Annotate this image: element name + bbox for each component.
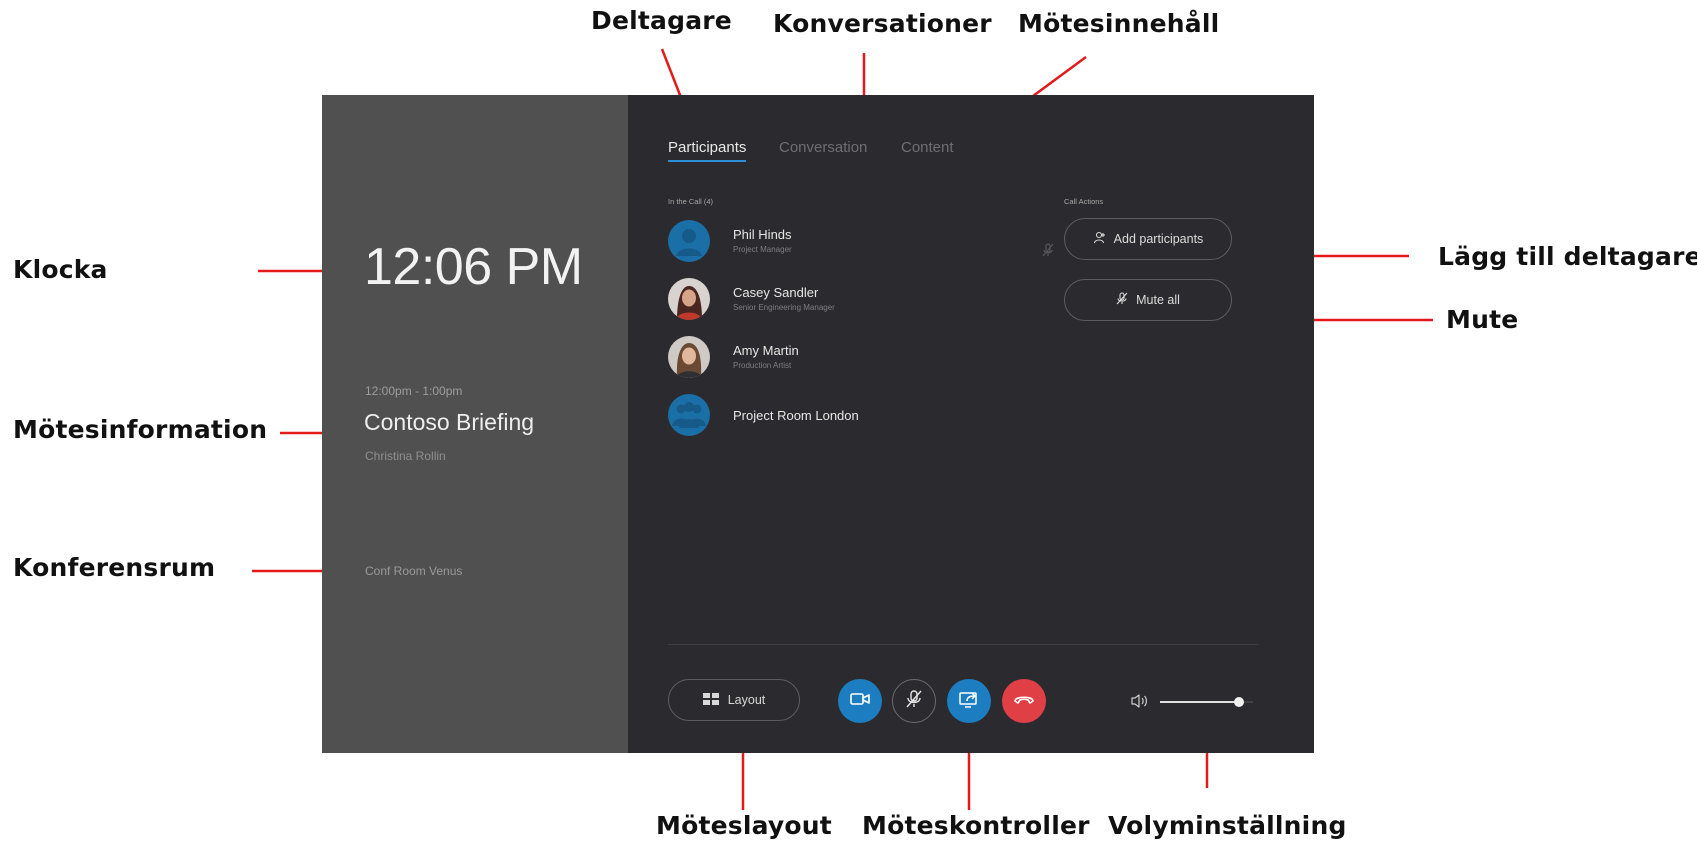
meeting-main-panel: Participants Conversation Content In the…	[628, 95, 1314, 753]
volume-control[interactable]	[1130, 692, 1260, 712]
active-tab-indicator	[668, 160, 747, 162]
label-motesinnehall: Mötesinnehåll	[1018, 9, 1220, 38]
video-button[interactable]	[838, 679, 882, 723]
tab-participants[interactable]: Participants	[668, 139, 747, 162]
participant-photo	[668, 278, 710, 320]
video-icon	[850, 692, 870, 711]
tab-conversation-label: Conversation	[779, 139, 868, 156]
label-moteslayout: Möteslayout	[656, 811, 832, 840]
participant-row[interactable]: Project Room London	[668, 394, 1088, 438]
meeting-organizer: Christina Rollin	[365, 449, 446, 463]
person-icon	[668, 220, 710, 262]
label-moteskontroller: Möteskontroller	[862, 811, 1090, 840]
in-call-label: In the Call (4)	[668, 197, 714, 206]
hang-up-icon	[1013, 692, 1035, 710]
tab-participants-label: Participants	[668, 139, 747, 156]
meeting-title: Contoso Briefing	[364, 409, 535, 435]
tab-conversation[interactable]: Conversation	[779, 139, 867, 156]
layout-button[interactable]: Layout	[668, 679, 800, 721]
meeting-info-panel: 12:06 PM 12:00pm - 1:00pm Contoso Briefi…	[322, 95, 628, 753]
layout-grid-icon	[702, 692, 719, 708]
meeting-time: 12:00pm - 1:00pm	[365, 384, 463, 398]
participant-row[interactable]: Casey Sandler Senior Engineering Manager	[668, 278, 1088, 322]
participant-role: Senior Engineering Manager	[733, 303, 835, 312]
bottom-divider	[668, 644, 1258, 645]
participant-row[interactable]: Phil Hinds Project Manager	[668, 220, 1088, 264]
mic-off-icon	[1040, 242, 1056, 263]
clock: 12:06 PM	[364, 238, 583, 296]
mic-off-icon	[1116, 292, 1128, 308]
label-lagg-till-deltagare: Lägg till deltagare	[1438, 242, 1697, 271]
group-icon	[668, 394, 710, 436]
label-mute: Mute	[1446, 305, 1519, 334]
participant-name: Amy Martin	[733, 343, 799, 358]
layout-label: Layout	[727, 693, 766, 707]
mute-all-button[interactable]: Mute all	[1064, 279, 1232, 321]
label-deltagare: Deltagare	[591, 6, 732, 35]
participant-role: Production Artist	[733, 361, 792, 370]
tab-content[interactable]: Content	[901, 139, 954, 156]
participant-name: Project Room London	[733, 408, 859, 423]
speaker-icon	[1130, 693, 1150, 714]
mic-off-icon	[905, 689, 923, 714]
label-motesinformation: Mötesinformation	[13, 415, 268, 444]
label-klocka: Klocka	[13, 255, 108, 284]
share-screen-icon	[959, 690, 979, 713]
mute-all-label: Mute all	[1136, 293, 1180, 307]
label-volyminstallning: Volyminställning	[1108, 811, 1347, 840]
hang-up-button[interactable]	[1002, 679, 1046, 723]
meeting-screen: 12:06 PM 12:00pm - 1:00pm Contoso Briefi…	[322, 95, 1314, 753]
label-konferensrum: Konferensrum	[13, 553, 216, 582]
tab-content-label: Content	[901, 139, 954, 156]
participant-name: Phil Hinds	[733, 227, 792, 242]
participant-role: Project Manager	[733, 245, 792, 254]
participant-name: Casey Sandler	[733, 285, 819, 300]
volume-fill	[1160, 701, 1240, 703]
share-screen-button[interactable]	[947, 679, 991, 723]
add-participants-button[interactable]: Add participants	[1064, 218, 1232, 260]
label-konversationer: Konversationer	[773, 9, 992, 38]
participant-photo	[668, 336, 710, 378]
participant-row[interactable]: Amy Martin Production Artist	[668, 336, 1088, 380]
add-person-icon	[1093, 231, 1106, 247]
volume-thumb[interactable]	[1234, 697, 1245, 707]
mute-button[interactable]	[892, 679, 936, 723]
add-participants-label: Add participants	[1113, 232, 1204, 246]
call-actions-label: Call Actions	[1064, 197, 1104, 206]
volume-slider[interactable]	[1160, 697, 1253, 707]
conference-room: Conf Room Venus	[365, 564, 463, 578]
